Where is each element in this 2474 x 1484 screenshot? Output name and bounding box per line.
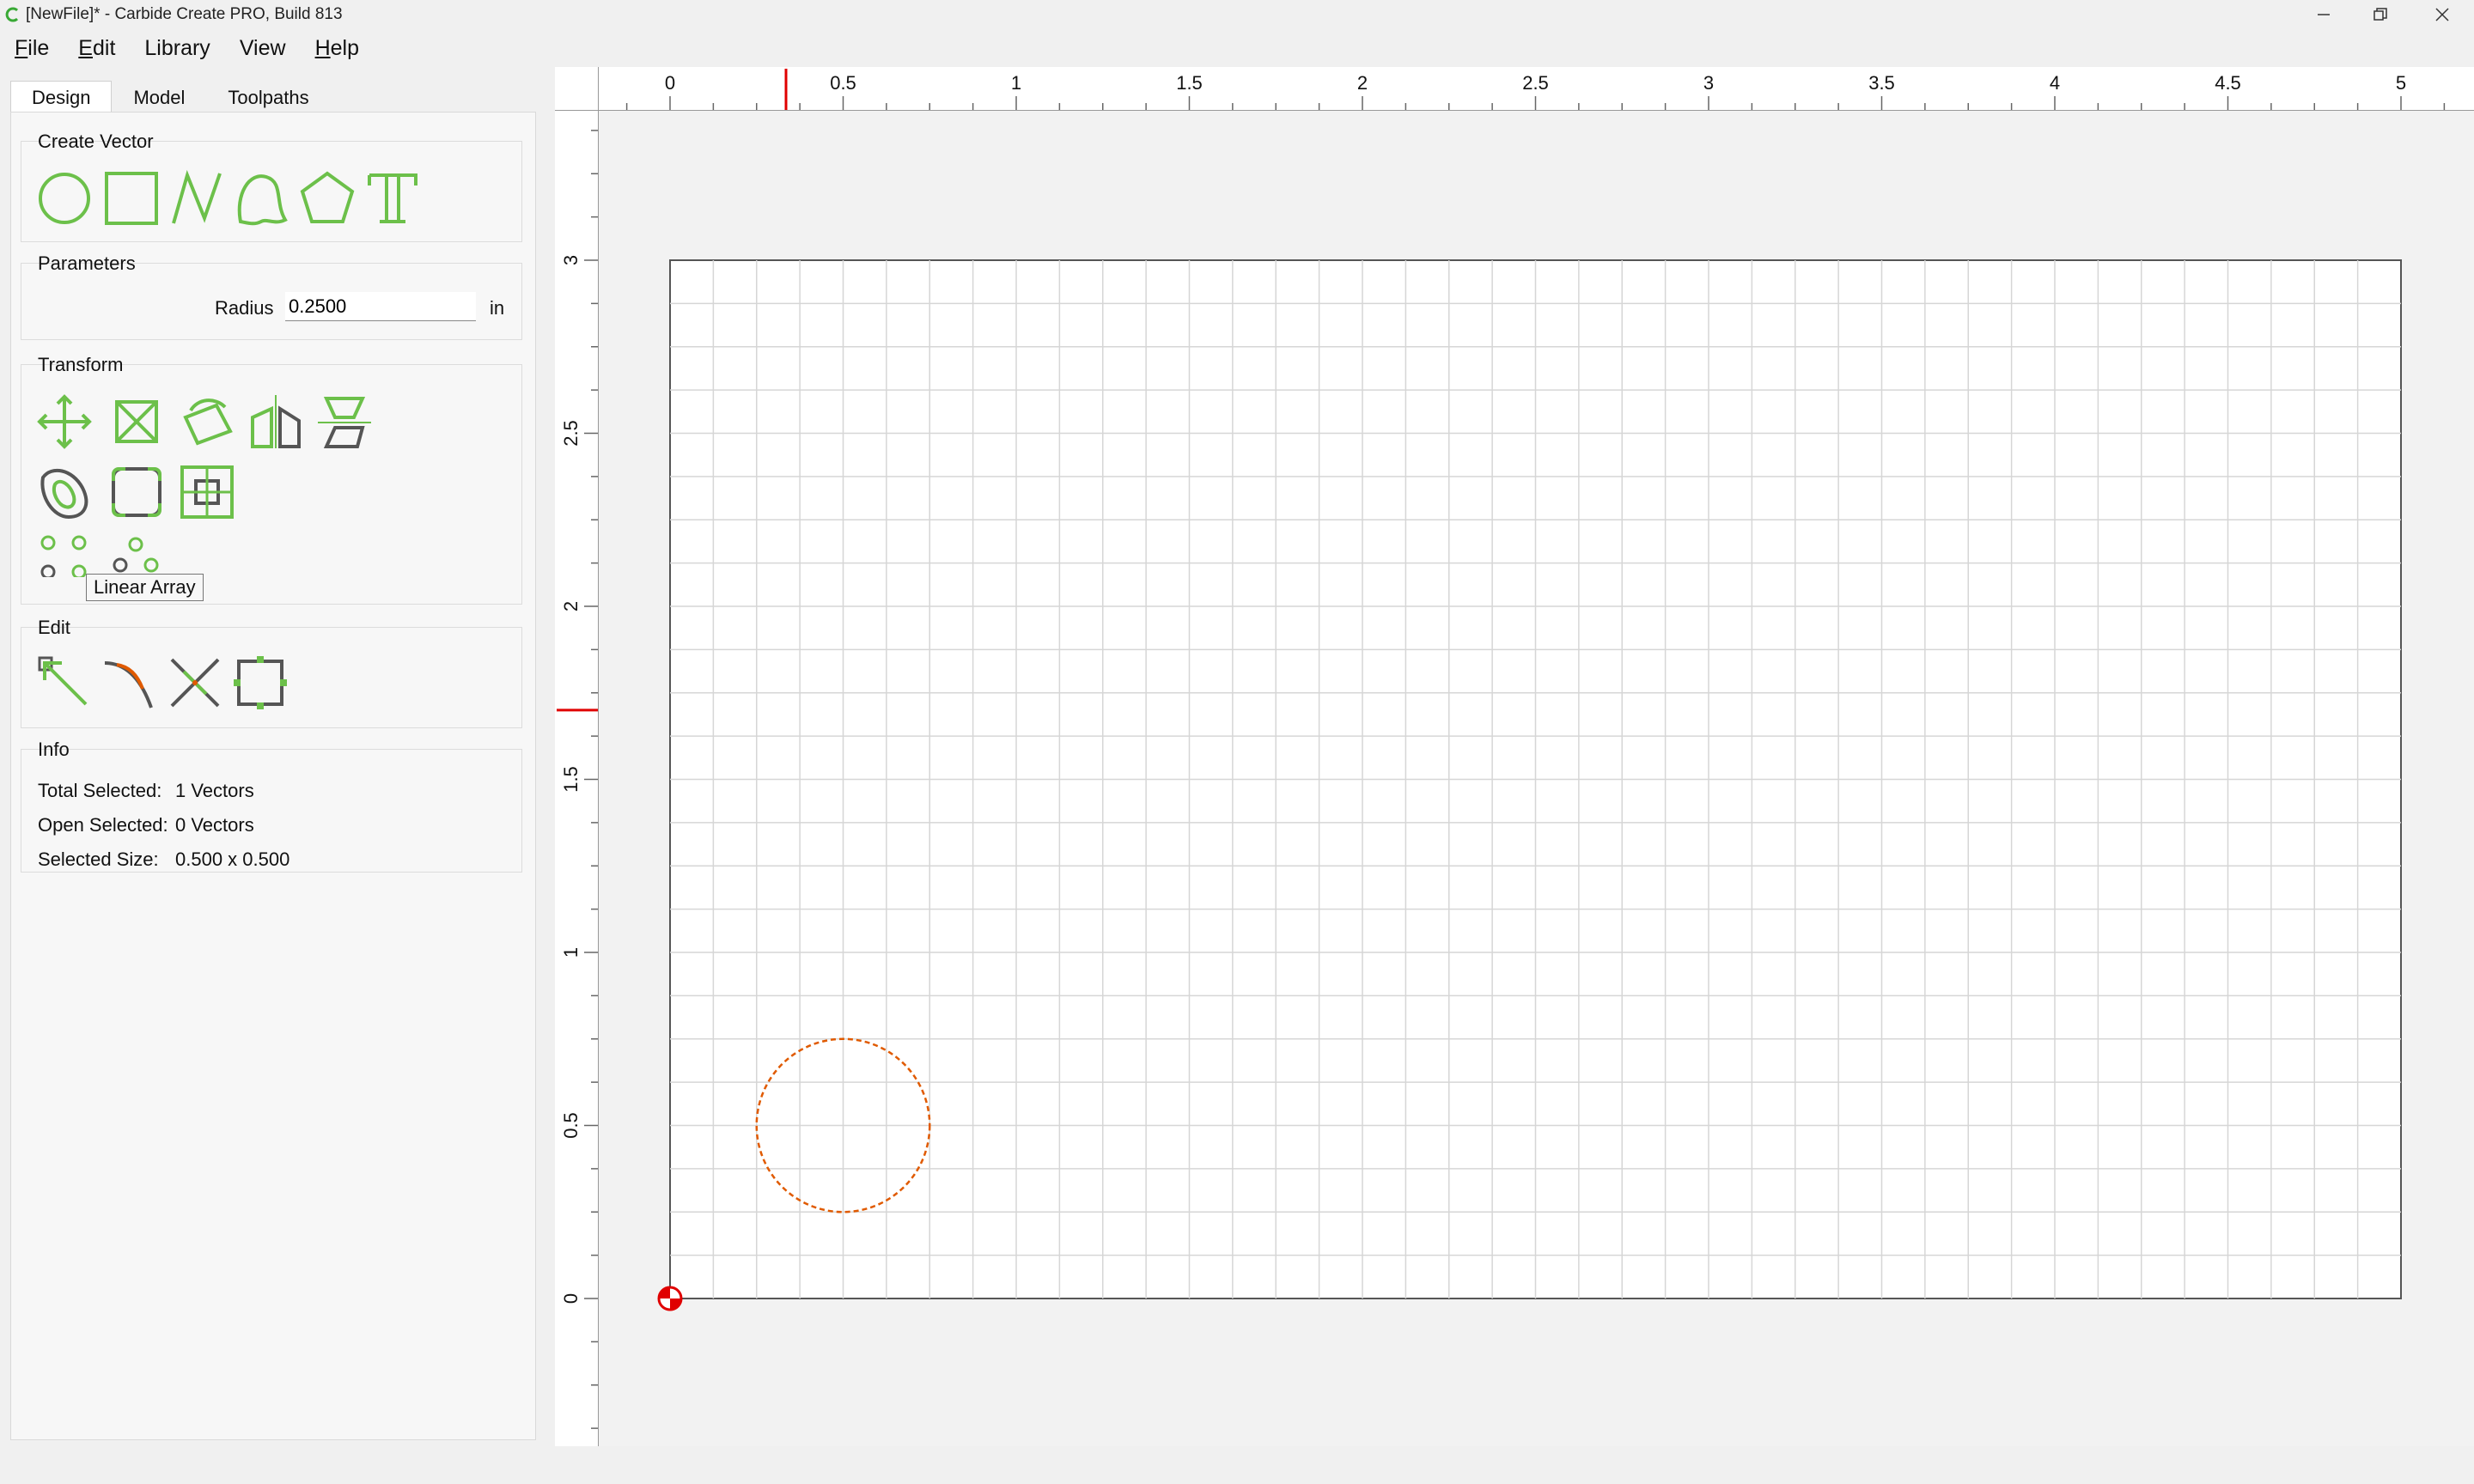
scale-icon <box>115 400 158 443</box>
linear-array-icon <box>113 537 159 573</box>
open-selected-value: 0 Vectors <box>175 814 254 836</box>
move-icon <box>37 394 92 449</box>
create-polyline-button[interactable] <box>167 168 227 228</box>
polygon-icon <box>300 171 355 223</box>
create-vector-title: Create Vector <box>38 131 154 152</box>
rotate-button[interactable] <box>177 392 237 452</box>
node-edit-icon <box>38 656 88 706</box>
close-button[interactable] <box>2412 0 2472 29</box>
align-button[interactable] <box>177 462 237 522</box>
transform-title: Transform <box>38 354 124 375</box>
create-curve-button[interactable] <box>232 168 292 228</box>
close-icon <box>2435 8 2449 21</box>
minimize-icon <box>2318 14 2330 15</box>
offset-button[interactable] <box>34 462 94 522</box>
create-circle-button[interactable] <box>34 168 94 228</box>
boolean-button[interactable] <box>230 653 290 713</box>
design-canvas[interactable] <box>599 111 2474 1446</box>
flip-icon <box>318 397 371 448</box>
rotate-icon <box>183 398 233 446</box>
rectangle-icon <box>105 172 158 225</box>
menu-bar: File Edit Library View Help <box>0 31 374 65</box>
window-title: [NewFile]* - Carbide Create PRO, Build 8… <box>26 5 343 23</box>
circular-array-icon <box>40 535 87 580</box>
trim-icon <box>104 661 153 709</box>
selected-size-label: Selected Size: <box>38 848 159 870</box>
mirror-icon <box>251 395 301 448</box>
horizontal-ruler <box>555 67 2474 111</box>
radius-label: Radius <box>215 297 274 319</box>
vertical-ruler <box>555 110 599 1446</box>
radius-unit: in <box>490 297 505 319</box>
circle-icon <box>39 173 90 224</box>
title-bar: [NewFile]* - Carbide Create PRO, Build 8… <box>0 0 2474 29</box>
minimize-button[interactable] <box>2294 0 2354 29</box>
fillet-icon <box>112 467 161 517</box>
align-icon <box>180 465 234 519</box>
parameters-title: Parameters <box>38 252 136 274</box>
node-edit-button[interactable] <box>34 653 94 713</box>
polyline-icon <box>172 169 222 224</box>
restore-icon <box>2373 8 2387 21</box>
circular-array-button[interactable] <box>34 532 94 580</box>
radius-input[interactable] <box>285 292 476 321</box>
total-selected-label: Total Selected: <box>38 780 162 801</box>
fillet-button[interactable] <box>107 462 167 522</box>
menu-library[interactable]: Library <box>130 36 224 61</box>
restore-button[interactable] <box>2350 0 2410 29</box>
create-polygon-button[interactable] <box>297 168 357 228</box>
text-icon <box>368 173 417 223</box>
create-text-button[interactable] <box>363 168 423 228</box>
boolean-icon <box>234 656 287 709</box>
menu-view[interactable]: View <box>225 36 301 61</box>
trim-button[interactable] <box>100 653 160 713</box>
menu-help[interactable]: Help <box>301 36 374 61</box>
curve-icon <box>237 174 288 226</box>
join-icon <box>170 658 220 708</box>
offset-icon <box>40 469 88 520</box>
info-title: Info <box>38 739 70 760</box>
tab-model[interactable]: Model <box>112 81 206 112</box>
flip-button[interactable] <box>314 392 375 452</box>
edit-title: Edit <box>38 617 70 638</box>
total-selected-value: 1 Vectors <box>175 780 254 801</box>
move-button[interactable] <box>34 392 94 452</box>
menu-edit[interactable]: Edit <box>64 36 130 61</box>
linear-array-button[interactable] <box>107 532 167 577</box>
selected-size-value: 0.500 x 0.500 <box>175 848 290 870</box>
mirror-button[interactable] <box>246 392 306 452</box>
tab-toolpaths[interactable]: Toolpaths <box>206 81 330 112</box>
menu-file[interactable]: File <box>0 36 64 61</box>
ruler-corner <box>555 67 599 111</box>
mode-tabs: Design Model Toolpaths <box>10 81 331 112</box>
open-selected-label: Open Selected: <box>38 814 168 836</box>
tab-design[interactable]: Design <box>10 81 113 112</box>
carbide-app-icon <box>5 7 19 22</box>
join-button[interactable] <box>165 653 225 713</box>
linear-array-tooltip: Linear Array <box>86 574 204 601</box>
create-rectangle-button[interactable] <box>101 168 161 228</box>
scale-button[interactable] <box>107 392 167 452</box>
